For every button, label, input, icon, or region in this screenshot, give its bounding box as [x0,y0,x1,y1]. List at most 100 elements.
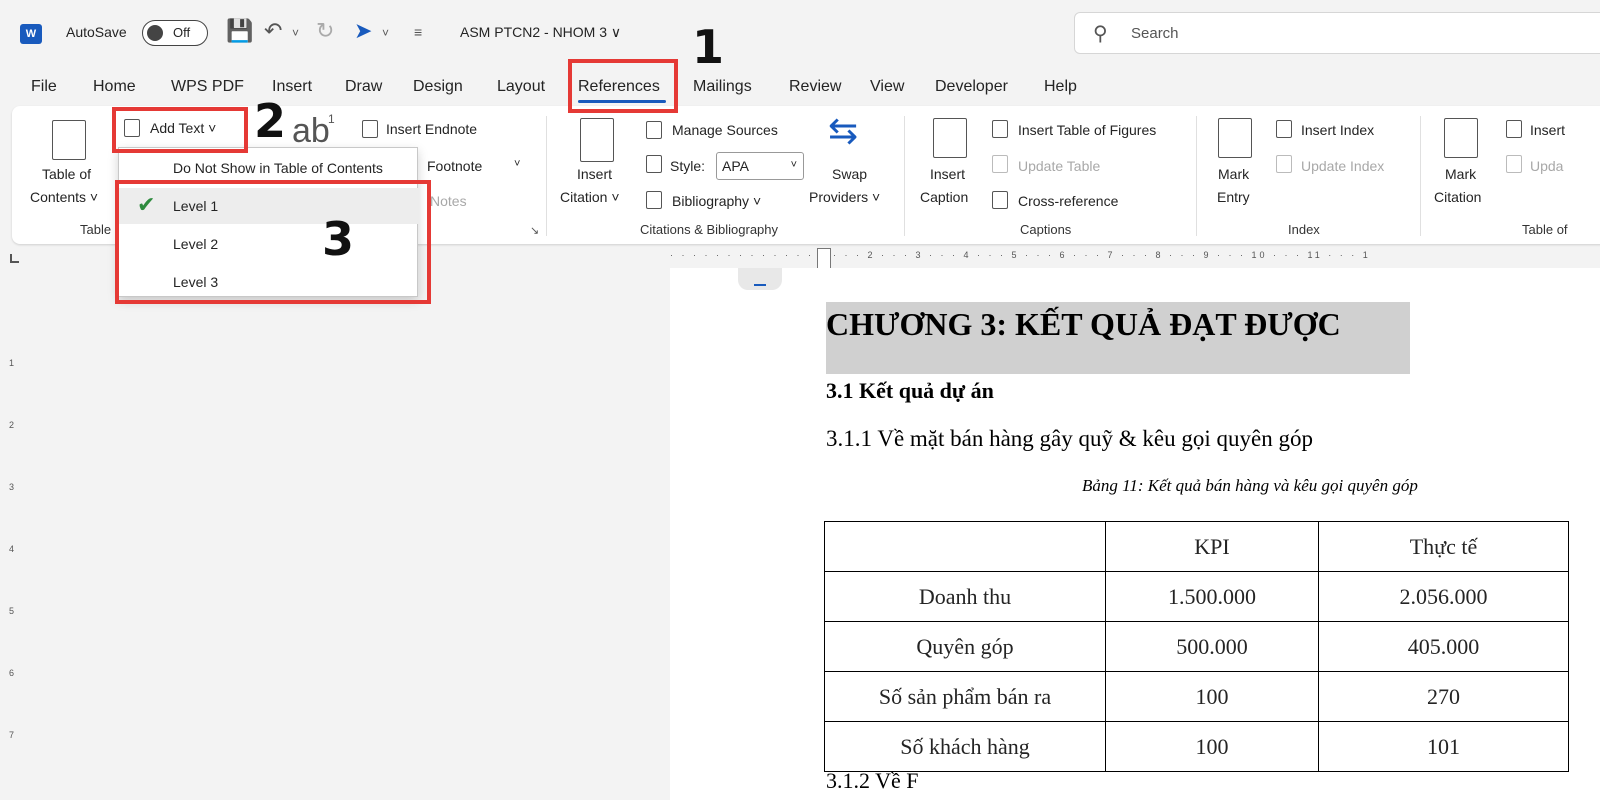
draw-dropdown-icon[interactable]: ˅ [382,26,389,40]
results-table[interactable]: KPI Thực tế Doanh thu 1.500.000 2.056.00… [824,521,1569,772]
footnotes-launcher-icon[interactable]: ↘ [530,224,539,237]
tab-layout[interactable]: Layout [497,78,545,96]
redo-icon[interactable]: ↻ [316,18,334,44]
swap-label-2[interactable]: Providers ˅ [809,189,880,205]
style-select[interactable]: APA ˅ [716,152,804,180]
tab-mailings[interactable]: Mailings [693,78,752,96]
toc-label-2[interactable]: Contents ˅ [30,189,98,205]
undo-icon[interactable]: ↶ [264,18,282,44]
insert-footnote-icon[interactable]: ab [292,112,330,151]
annotation-number-2: 2 [254,94,287,148]
insert-citation-label-1[interactable]: Insert [577,166,612,182]
insert-index-button[interactable]: Insert Index [1301,122,1374,138]
ruler-number: 1 [9,358,15,368]
insert-caption-label-2[interactable]: Caption [920,189,968,205]
vertical-ruler[interactable]: 1 2 3 4 5 6 7 [6,270,22,800]
tab-help[interactable]: Help [1044,78,1077,96]
update-toa-icon [1506,155,1522,173]
update-toa-button[interactable]: Upda [1530,158,1563,174]
table-cell[interactable]: 2.056.000 [1318,571,1569,622]
canvas-background [28,268,670,800]
tab-file[interactable]: File [31,78,57,96]
annotation-number-1: 1 [692,20,725,74]
toc-label-1[interactable]: Table of [42,166,91,182]
ruler-number: 6 [9,668,15,678]
draw-icon[interactable]: ➤ [354,18,372,44]
show-notes-button[interactable]: Notes [430,193,467,209]
group-separator [546,116,547,236]
horizontal-ruler[interactable]: · · · · · · · · · · · · · 1 · · · 2 · · … [670,250,1600,266]
table-cell[interactable]: Số sản phẩm bán ra [824,671,1106,722]
table-row: Số sản phẩm bán ra 100 270 [824,671,1569,722]
tab-developer[interactable]: Developer [935,78,1008,96]
ruler-number: 2 [9,420,15,430]
mark-citation-label-2[interactable]: Citation [1434,189,1481,205]
table-cell[interactable]: Doanh thu [824,571,1106,622]
tab-wps-pdf[interactable]: WPS PDF [171,78,244,96]
table-cell[interactable]: 500.000 [1105,621,1319,672]
table-cell[interactable]: Quyên góp [824,621,1106,672]
heading-2[interactable]: 3.1 Kết quả dự án [826,378,994,404]
cross-reference-button[interactable]: Cross-reference [1018,193,1118,209]
swap-label-1[interactable]: Swap [832,166,867,182]
insert-caption-label-1[interactable]: Insert [930,166,965,182]
swap-providers-icon: ⇆ [828,110,859,151]
insert-citation-label-2[interactable]: Citation ˅ [560,189,620,205]
customize-toolbar-icon[interactable]: ≡ [414,24,422,40]
document-title[interactable]: ASM PTCN2 - NHOM 3 ∨ [460,24,621,41]
table-row: Số khách hàng 100 101 [824,721,1569,772]
next-footnote-dropdown-icon[interactable]: ˅ [514,158,520,170]
ruler-number: 3 [9,482,15,492]
search-box[interactable]: ⚲ Search [1074,12,1600,54]
autosave-state: Off [173,25,191,40]
table-cell[interactable]: 1.500.000 [1105,571,1319,622]
table-header-cell[interactable]: KPI [1105,521,1319,572]
update-index-button[interactable]: Update Index [1301,158,1384,174]
update-index-icon [1276,155,1292,173]
toa-group-label: Table of [1522,222,1568,237]
next-heading-partial[interactable]: 3.1.2 Về F [826,768,919,794]
tab-selector-icon[interactable] [10,254,19,263]
mark-entry-label-2[interactable]: Entry [1217,189,1250,205]
table-caption[interactable]: Bảng 11: Kết quả bán hàng và kêu gọi quy… [1082,476,1418,496]
bibliography-button[interactable]: Bibliography ˅ [672,193,761,209]
tab-home[interactable]: Home [93,78,136,96]
title-bar: W AutoSave Off 💾 ↶ ˅ ↻ ➤ ˅ ≡ ASM PTCN2 -… [0,0,1600,66]
table-cell[interactable]: 270 [1318,671,1569,722]
insert-table-of-authorities-button[interactable]: Insert [1530,122,1565,138]
footnote-superscript-icon: 1 [328,112,335,126]
table-cell[interactable]: 100 [1105,721,1319,772]
table-header-cell[interactable]: Thực tế [1318,521,1569,572]
group-separator [904,116,905,236]
table-row: Quyên góp 500.000 405.000 [824,621,1569,672]
table-cell[interactable]: Số khách hàng [824,721,1106,772]
manage-sources-button[interactable]: Manage Sources [672,122,778,138]
page-view-toggle[interactable] [738,268,782,290]
insert-table-of-figures-button[interactable]: Insert Table of Figures [1018,122,1156,138]
table-cell[interactable]: 100 [1105,671,1319,722]
heading-1[interactable]: CHƯƠNG 3: KẾT QUẢ ĐẠT ĐƯỢC [826,302,1410,374]
heading-3[interactable]: 3.1.1 Về mặt bán hàng gây quỹ & kêu gọi … [826,426,1313,452]
table-header-cell[interactable] [824,521,1106,572]
table-row: Doanh thu 1.500.000 2.056.000 [824,571,1569,622]
tab-review[interactable]: Review [789,78,841,96]
insert-table-of-authorities-icon [1506,120,1522,138]
mark-entry-label-1[interactable]: Mark [1218,166,1249,182]
next-footnote-button[interactable]: Footnote [427,158,482,174]
word-logo-icon: W [20,24,42,44]
tab-design[interactable]: Design [413,78,463,96]
table-cell[interactable]: 101 [1318,721,1569,772]
insert-endnote-button[interactable]: Insert Endnote [386,121,477,137]
ruler-number: 7 [9,730,15,740]
update-table-button[interactable]: Update Table [1018,158,1100,174]
table-cell[interactable]: 405.000 [1318,621,1569,672]
autosave-toggle[interactable]: Off [142,20,208,46]
tab-view[interactable]: View [870,78,904,96]
insert-caption-icon [933,118,967,158]
insert-endnote-icon [362,120,378,138]
mark-citation-label-1[interactable]: Mark [1445,166,1476,182]
save-icon[interactable]: 💾 [226,18,253,44]
highlight-levels [115,180,431,304]
undo-dropdown-icon[interactable]: ˅ [292,26,299,40]
tab-draw[interactable]: Draw [345,78,382,96]
